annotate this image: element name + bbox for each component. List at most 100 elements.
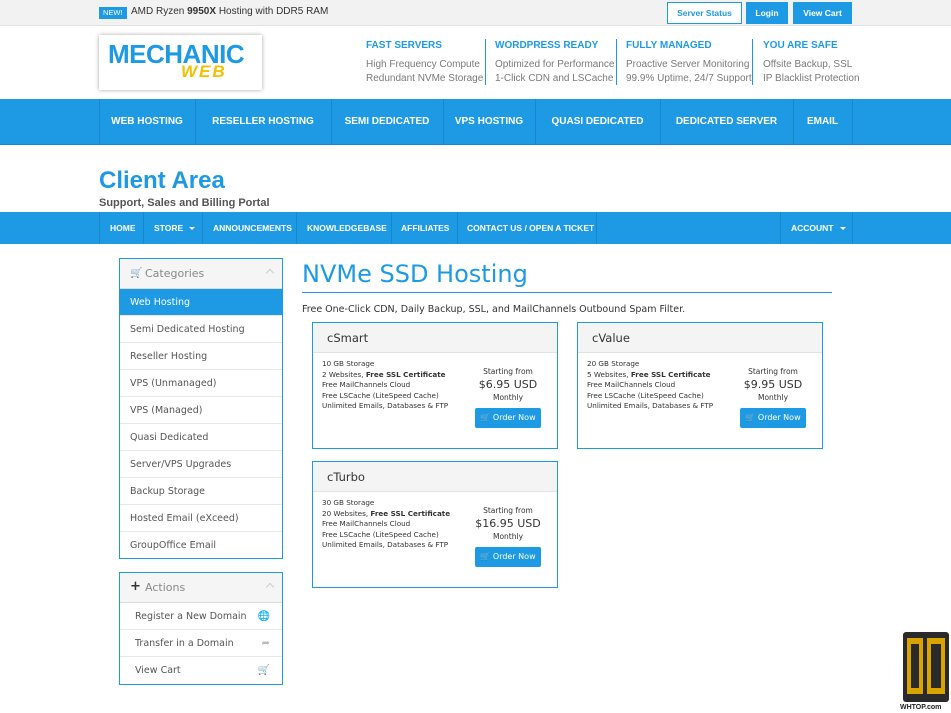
nav-divider — [391, 212, 392, 244]
order-now-button[interactable]: 🛒 Order Now — [475, 408, 541, 428]
plan-feature: Free LSCache (LiteSpeed Cache) — [322, 390, 439, 400]
plan-name: cTurbo — [327, 470, 365, 484]
actions-header[interactable]: + Actions — [120, 573, 282, 603]
main-nav: WEB HOSTING RESELLER HOSTING SEMI DEDICA… — [0, 99, 951, 145]
plan-feature: 5 Websites, Free SSL Certificate — [587, 370, 713, 381]
category-quasi-dedicated[interactable]: Quasi Dedicated — [120, 424, 282, 451]
subnav-store-label: STORE — [154, 223, 184, 233]
subnav-contact[interactable]: CONTACT US / OPEN A TICKET — [467, 212, 594, 244]
category-backup-storage[interactable]: Backup Storage — [120, 478, 282, 505]
category-vps-managed[interactable]: VPS (Managed) — [120, 397, 282, 424]
order-now-label: Order Now — [492, 552, 536, 561]
plan-feature: Unlimited Emails, Databases & FTP — [322, 540, 449, 549]
nav-divider — [202, 212, 203, 244]
plan-ssl: Free SSL Certificate — [370, 508, 451, 518]
nav-web-hosting[interactable]: WEB HOSTING — [99, 99, 195, 145]
category-vps-unmanaged[interactable]: VPS (Unmanaged) — [120, 370, 282, 397]
feature-wordpress-ready: WORDPRESS READY Optimized for Performanc… — [495, 39, 615, 91]
title-rule — [302, 292, 832, 293]
action-label: Register a New Domain — [135, 611, 247, 622]
feature-divider — [485, 39, 486, 85]
nav-divider — [852, 212, 853, 244]
order-now-button[interactable]: 🛒 Order Now — [740, 408, 806, 428]
server-status-button[interactable]: Server Status — [667, 2, 742, 24]
promo-link[interactable]: AMD Ryzen 9950X Hosting with DDR5 RAM — [131, 5, 328, 19]
subnav-account[interactable]: ACCOUNT — [791, 212, 846, 244]
category-reseller[interactable]: Reseller Hosting — [120, 343, 282, 370]
chevron-up-icon[interactable] — [265, 268, 275, 278]
feature-line: High Frequency Compute — [366, 59, 480, 70]
plan-starting-from: Starting from — [483, 506, 533, 515]
plan-ssl: Free SSL Certificate — [365, 369, 446, 379]
plan-starting-from: Starting from — [483, 367, 533, 376]
shopping-cart-icon: 🛒 — [480, 413, 491, 422]
chevron-up-icon[interactable] — [265, 582, 275, 592]
plan-feature: Free MailChannels Cloud — [322, 380, 411, 389]
feature-title: FULLY MANAGED — [626, 40, 712, 51]
subnav-home[interactable]: HOME — [110, 212, 136, 244]
order-now-button[interactable]: 🛒 Order Now — [475, 547, 541, 567]
nav-divider — [99, 212, 100, 244]
category-upgrades[interactable]: Server/VPS Upgrades — [120, 451, 282, 478]
view-cart-button[interactable]: View Cart — [793, 2, 852, 24]
category-groupoffice[interactable]: GroupOffice Email — [120, 532, 282, 559]
nav-divider — [852, 99, 853, 145]
actions-title: Actions — [145, 581, 186, 594]
order-now-label: Order Now — [757, 413, 801, 422]
nav-semi-dedicated[interactable]: SEMI DEDICATED — [331, 99, 443, 145]
action-register-domain[interactable]: Register a New Domain 🌐 — [120, 603, 282, 630]
nav-reseller-hosting[interactable]: RESELLER HOSTING — [195, 99, 331, 145]
subnav-knowledgebase[interactable]: KNOWLEDGEBASE — [307, 212, 387, 244]
plan-feature: 20 GB Storage — [587, 359, 640, 368]
caret-down-icon — [189, 227, 196, 231]
plan-feature: 2 Websites, Free SSL Certificate — [322, 370, 448, 381]
plan-billing-cycle: Monthly — [757, 393, 789, 402]
plan-features: 20 GB Storage 5 Websites, Free SSL Certi… — [587, 359, 713, 412]
subnav-affiliates[interactable]: AFFILIATES — [401, 212, 449, 244]
plan-websites: 20 Websites, — [322, 508, 371, 518]
nav-dedicated-server[interactable]: DEDICATED SERVER — [660, 99, 793, 145]
whtop-watermark-logo — [903, 632, 949, 702]
feature-line: Proactive Server Monitoring — [626, 59, 750, 70]
feature-title: FAST SERVERS — [366, 40, 442, 51]
category-semi-dedicated[interactable]: Semi Dedicated Hosting — [120, 316, 282, 343]
categories-title: Categories — [145, 267, 205, 280]
site-logo[interactable]: MECHANIC WEB — [99, 35, 262, 90]
category-hosted-email[interactable]: Hosted Email (eXceed) — [120, 505, 282, 532]
nav-vps-hosting[interactable]: VPS HOSTING — [443, 99, 535, 145]
shopping-cart-icon: 🛒 — [257, 665, 270, 676]
plan-header: cTurbo — [313, 462, 557, 492]
plan-price: $16.95 USD — [475, 517, 541, 530]
category-web-hosting[interactable]: Web Hosting — [120, 289, 282, 316]
nav-divider — [596, 212, 597, 244]
action-view-cart[interactable]: View Cart 🛒 — [120, 657, 282, 684]
plan-starting-from: Starting from — [748, 367, 798, 376]
action-transfer-domain[interactable]: Transfer in a Domain ➦ — [120, 630, 282, 657]
plan-ssl: Free SSL Certificate — [630, 369, 711, 379]
shopping-cart-icon: 🛒 — [745, 413, 756, 422]
nav-divider — [780, 212, 781, 244]
plan-feature: Free MailChannels Cloud — [587, 380, 676, 389]
subnav-announcements[interactable]: ANNOUNCEMENTS — [213, 212, 292, 244]
product-group-description: Free One-Click CDN, Daily Backup, SSL, a… — [302, 304, 686, 315]
plan-feature: Unlimited Emails, Databases & FTP — [322, 401, 449, 410]
categories-header[interactable]: 🛒 Categories — [120, 259, 282, 289]
plan-header: cSmart — [313, 323, 557, 353]
top-bar: NEW! AMD Ryzen 9950X Hosting with DDR5 R… — [0, 0, 951, 26]
promo-text-pre: AMD Ryzen — [131, 6, 188, 17]
plan-features: 30 GB Storage 20 Websites, Free SSL Cert… — [322, 498, 450, 551]
plan-price: $9.95 USD — [743, 378, 803, 391]
nav-quasi-dedicated[interactable]: QUASI DEDICATED — [535, 99, 660, 145]
whtop-watermark-text: WHTOP.com — [900, 704, 942, 711]
shopping-cart-icon: 🛒 — [480, 552, 491, 561]
client-nav: HOME STORE ANNOUNCEMENTS KNOWLEDGEBASE A… — [0, 212, 951, 244]
nav-divider — [457, 212, 458, 244]
plus-icon: + — [130, 579, 141, 594]
subnav-account-label: ACCOUNT — [791, 223, 834, 233]
feature-title: YOU ARE SAFE — [763, 40, 838, 51]
plan-card-cturbo: cTurbo 30 GB Storage 20 Websites, Free S… — [312, 461, 558, 588]
plan-features: 10 GB Storage 2 Websites, Free SSL Certi… — [322, 359, 448, 412]
subnav-store[interactable]: STORE — [154, 212, 196, 244]
nav-email[interactable]: EMAIL — [793, 99, 852, 145]
login-button[interactable]: Login — [746, 2, 788, 24]
